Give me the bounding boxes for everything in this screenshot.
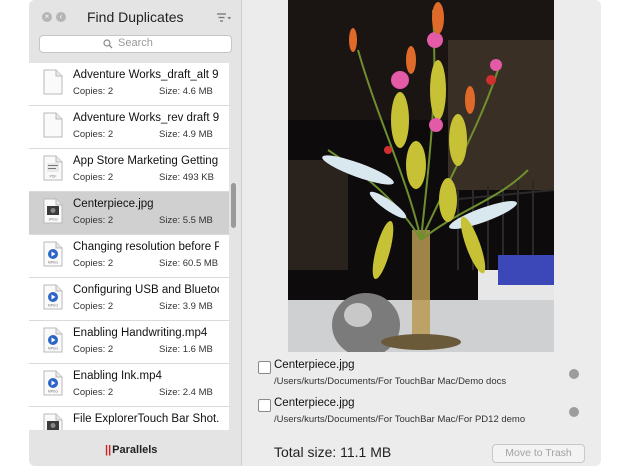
copies-count: Copies: 2 — [73, 387, 114, 398]
svg-text:PDF: PDF — [50, 175, 57, 179]
title-bar: × ‹ Find Duplicates — [29, 0, 241, 34]
copies-count: Copies: 2 — [73, 86, 114, 97]
file-name: Enabling Handwriting.mp4 — [73, 327, 208, 339]
file-size: Size: 493 KB — [159, 172, 214, 183]
magnifier-icon[interactable] — [569, 407, 579, 417]
file-size: Size: 60.5 MB — [159, 258, 219, 269]
duplicates-list[interactable]: Adventure Works_draft_alt 9- Copies: 2 Siz… — [29, 63, 229, 430]
copies-count: Copies: 2 — [73, 344, 114, 355]
svg-text:MPEG: MPEG — [48, 390, 59, 394]
file-size: Size: 4.6 MB — [159, 86, 213, 97]
file-name: Configuring USB and Bluetoc — [73, 284, 219, 296]
entry-1-path: /Users/kurts/Documents/For TouchBar Mac/… — [274, 376, 507, 387]
list-item[interactable]: MPEG Enabling Handwriting.mp4 Copies: 2 Siz… — [29, 321, 229, 364]
copies-count: Copies: 2 — [73, 215, 114, 226]
entry-1-name: Centerpiece.jpg — [274, 359, 355, 371]
sidebar: × ‹ Find Duplicates Search Adventure Wor… — [29, 0, 242, 466]
parallels-logo: ||Parallels — [105, 444, 158, 456]
file-name: Centerpiece.jpg — [73, 198, 154, 210]
document-icon — [43, 69, 63, 95]
back-icon[interactable]: ‹ — [56, 12, 66, 22]
find-duplicates-window: × ‹ Find Duplicates Search Adventure Wor… — [29, 0, 601, 466]
pdf-icon: PDF — [43, 155, 63, 181]
list-item[interactable]: JPEG Centerpiece.jpg Copies: 2 Size: 5.5 MB — [29, 192, 229, 235]
search-field[interactable]: Search — [39, 35, 232, 53]
file-name: Enabling Ink.mp4 — [73, 370, 162, 382]
file-name: Adventure Works_rev draft 9- — [73, 112, 219, 124]
copies-count: Copies: 2 — [73, 129, 114, 140]
list-item[interactable]: Adventure Works_draft_alt 9- Copies: 2 Siz… — [29, 63, 229, 106]
image-preview — [288, 0, 554, 352]
file-size: Size: 3.9 MB — [159, 301, 213, 312]
video-icon: MPEG — [43, 284, 63, 310]
svg-text:MPEG: MPEG — [48, 261, 59, 265]
list-item[interactable]: PDF App Store Marketing Getting Copies: 2 S… — [29, 149, 229, 192]
svg-text:MPEG: MPEG — [48, 304, 59, 308]
close-icon[interactable]: × — [42, 12, 52, 22]
file-name: File ExplorerTouch Bar Shot.p — [73, 413, 219, 425]
video-icon: MPEG — [43, 327, 63, 353]
jpeg-icon: JPEG — [43, 198, 63, 224]
copies-count: Copies: 2 — [73, 172, 114, 183]
search-icon — [103, 39, 113, 49]
file-size: Size: 2.4 MB — [159, 387, 213, 398]
file-size: Size: 4.9 MB — [159, 129, 213, 140]
list-item[interactable]: MPEG Enabling Ink.mp4 Copies: 2 Size: 2.4 M… — [29, 364, 229, 407]
video-icon: MPEG — [43, 370, 63, 396]
copies-count: Copies: 2 — [73, 258, 114, 269]
entry-2-name: Centerpiece.jpg — [274, 397, 355, 409]
file-size: Size: 1.6 MB — [159, 344, 213, 355]
list-scrollbar[interactable] — [231, 183, 236, 228]
list-item[interactable]: Adventure Works_rev draft 9- Copies: 2 Siz… — [29, 106, 229, 149]
document-icon — [43, 112, 63, 138]
file-name: App Store Marketing Getting — [73, 155, 219, 167]
sort-menu-icon[interactable] — [216, 11, 232, 23]
entry-1-checkbox[interactable] — [258, 361, 271, 374]
file-name: Adventure Works_draft_alt 9- — [73, 69, 219, 81]
total-size: Total size: 11.1 MB — [274, 444, 392, 460]
window-title: Find Duplicates — [87, 9, 184, 25]
copies-count: Copies: 2 — [73, 301, 114, 312]
search-placeholder: Search — [118, 37, 153, 49]
entry-2-path: /Users/kurts/Documents/For TouchBar Mac/… — [274, 414, 526, 425]
list-item[interactable]: PNGFile ExplorerTouch Bar Shot.pCopies: … — [29, 407, 229, 430]
video-icon: MPEG — [43, 241, 63, 267]
svg-text:JPEG: JPEG — [48, 218, 57, 222]
move-to-trash-button[interactable]: Move to Trash — [492, 444, 585, 463]
list-item[interactable]: MPEG Changing resolution before P Copies: … — [29, 235, 229, 278]
magnifier-icon[interactable] — [569, 369, 579, 379]
entry-2-checkbox[interactable] — [258, 399, 271, 412]
file-name: Changing resolution before P — [73, 241, 219, 253]
svg-text:MPEG: MPEG — [48, 347, 59, 351]
file-size: Size: 5.5 MB — [159, 215, 213, 226]
image-icon: PNG — [43, 413, 63, 430]
list-item[interactable]: MPEG Configuring USB and Bluetoc Copies: 2… — [29, 278, 229, 321]
